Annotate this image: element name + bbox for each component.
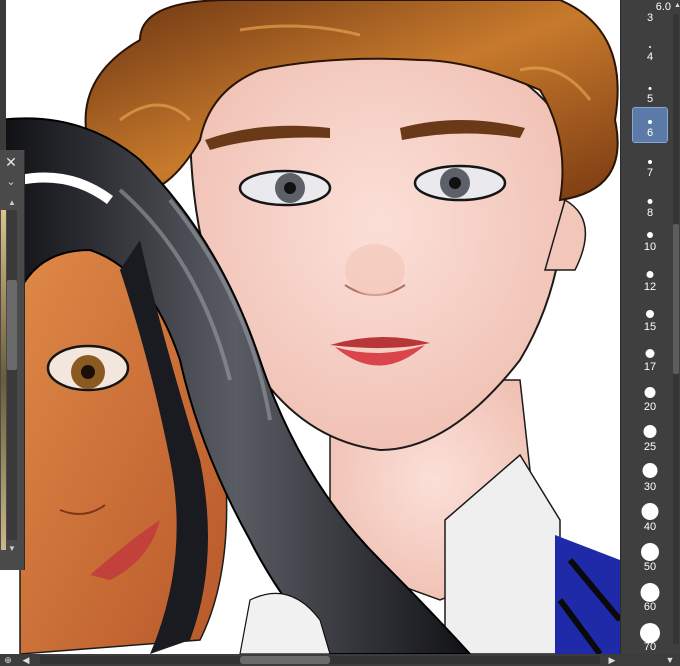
brush-panel-scrollbar-thumb[interactable] (673, 224, 679, 374)
brush-size-item[interactable]: 6 (632, 107, 668, 143)
panel-scrollbar[interactable] (7, 210, 17, 540)
panel-scrollbar-thumb[interactable] (7, 280, 17, 370)
scroll-up-icon[interactable]: ▲ (674, 2, 680, 12)
brush-size-preview-icon (640, 583, 660, 602)
brush-size-preview-icon (640, 623, 660, 643)
scroll-right-icon[interactable]: ▶ (606, 654, 618, 666)
brush-size-label: 60 (643, 601, 657, 613)
brush-size-preview-icon (641, 543, 659, 561)
brush-size-panel: 6.0 ▲ 3 4 5 6 7 8 10 12 15 17 20 25 30 40 50 60 70 (620, 0, 680, 654)
brush-size-label: 8 (646, 207, 654, 219)
brush-size-preview-icon (647, 232, 653, 238)
brush-size-item[interactable]: 70 (633, 622, 667, 656)
brush-size-item[interactable]: 25 (633, 422, 667, 456)
brush-size-item[interactable]: 12 (633, 262, 667, 296)
brush-size-item[interactable]: 30 (633, 462, 667, 496)
brush-size-preview-icon (641, 503, 659, 520)
brush-size-preview-icon (646, 310, 654, 318)
brush-size-item[interactable]: 5 (633, 74, 667, 108)
brush-size-preview-icon (648, 160, 652, 164)
brush-size-label: 17 (643, 361, 657, 373)
brush-size-item[interactable]: 40 (633, 502, 667, 536)
brush-size-preview-icon (643, 425, 657, 438)
brush-size-item[interactable]: 8 (633, 188, 667, 222)
brush-size-label: 40 (643, 521, 657, 533)
chevron-down-icon[interactable]: ⌄ (3, 176, 19, 188)
scroll-down-icon[interactable]: ▼ (6, 544, 18, 554)
brush-size-label: 4 (646, 51, 654, 63)
drawing-canvas[interactable] (0, 0, 620, 654)
brush-size-item[interactable]: 20 (633, 382, 667, 416)
brush-size-label: 25 (643, 441, 657, 453)
left-panel-edge (0, 0, 6, 150)
brush-size-item[interactable]: 4 (633, 32, 667, 66)
brush-size-label: 7 (646, 167, 654, 179)
close-icon[interactable]: ✕ (3, 154, 19, 170)
brush-size-label: 5 (646, 93, 654, 105)
horizontal-scroll-track[interactable] (40, 656, 600, 664)
brush-size-item[interactable]: 60 (633, 582, 667, 616)
layer-preview-panel: ✕ ⌄ ▲ ▼ (0, 150, 25, 570)
brush-size-label: 70 (643, 641, 657, 653)
brush-size-label: 50 (643, 561, 657, 573)
brush-size-item[interactable]: 7 (633, 148, 667, 182)
brush-size-preview-icon (648, 87, 652, 90)
brush-size-label: 30 (643, 481, 657, 493)
brush-size-preview-icon (647, 199, 653, 204)
brush-size-preview-icon (645, 349, 655, 358)
artwork (0, 0, 620, 654)
brush-size-item[interactable]: 15 (633, 302, 667, 336)
brush-size-preview-icon (646, 271, 654, 278)
brush-size-preview-icon (642, 463, 658, 478)
brush-size-label: 6 (646, 127, 654, 139)
brush-size-label: 12 (643, 281, 657, 293)
horizontal-scrollbar[interactable]: ⊕ ◀ ▶ ▼ (0, 654, 680, 666)
brush-panel-scrollbar[interactable] (673, 14, 679, 644)
brush-size-label: 3 (646, 12, 654, 24)
horizontal-scroll-thumb[interactable] (240, 656, 330, 664)
navigator-preview (1, 210, 6, 550)
fit-window-icon[interactable]: ⊕ (2, 654, 14, 666)
brush-size-item[interactable]: 50 (633, 542, 667, 576)
brush-size-label: 20 (643, 401, 657, 413)
scroll-left-icon[interactable]: ◀ (20, 654, 32, 666)
brush-size-label: 10 (643, 241, 657, 253)
brush-size-item[interactable]: 17 (633, 342, 667, 376)
brush-size-item[interactable]: 10 (633, 222, 667, 256)
brush-size-preview-icon (649, 46, 651, 48)
scroll-down-icon[interactable]: ▼ (664, 654, 676, 666)
brush-size-preview-icon (648, 120, 652, 124)
brush-size-preview-icon (644, 387, 656, 398)
scroll-up-icon[interactable]: ▲ (6, 198, 18, 208)
brush-size-label: 15 (643, 321, 657, 333)
